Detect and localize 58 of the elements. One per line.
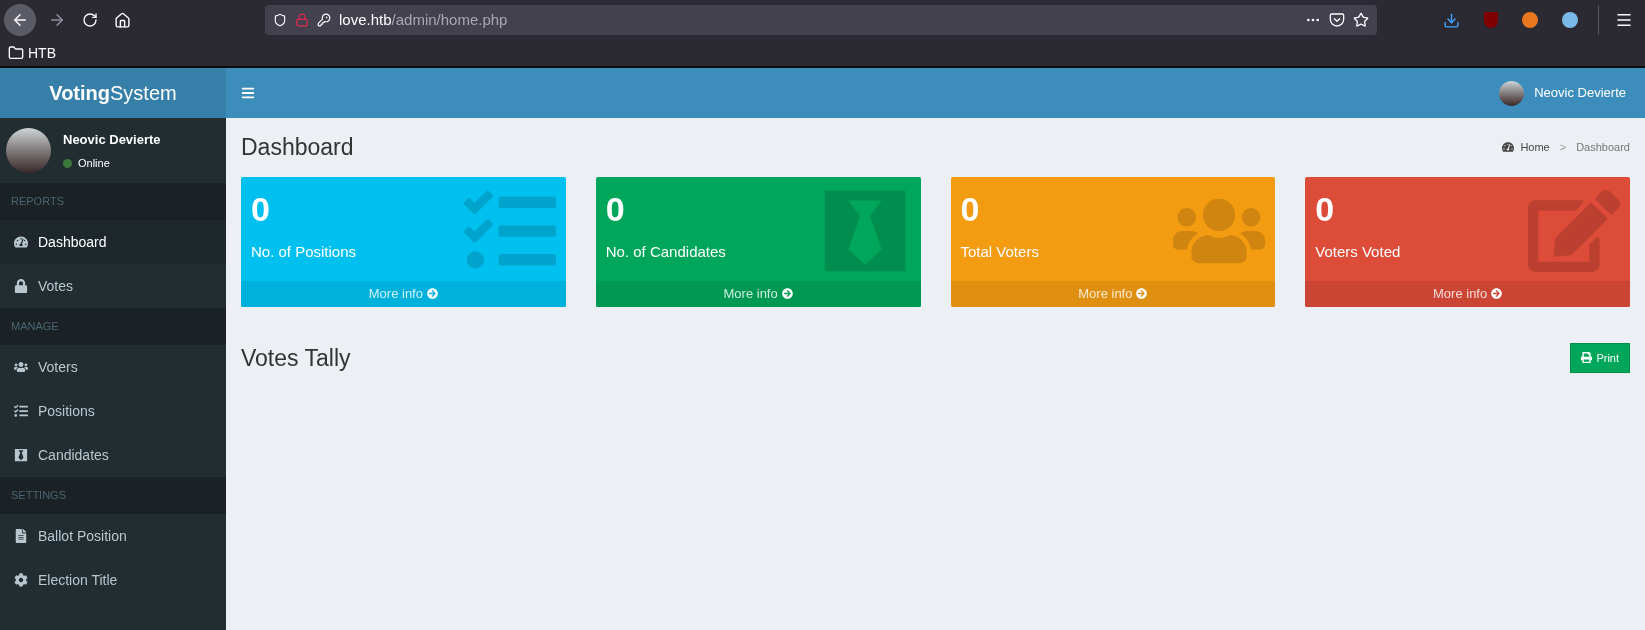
lock-icon: [14, 279, 28, 293]
tie-icon: [14, 448, 28, 462]
menu-toggle-button[interactable]: [241, 86, 255, 100]
sidebar-item[interactable]: Dashboard: [0, 220, 226, 264]
users-icon: [14, 360, 28, 374]
url-bar[interactable]: love.htb/admin/home.php: [265, 5, 1377, 35]
user-name: Neovic Devierte: [63, 130, 161, 149]
page-title: Dashboard: [241, 133, 354, 162]
section-title: Votes Tally: [241, 343, 351, 373]
star-icon[interactable]: [1353, 12, 1369, 28]
avatar: [1499, 80, 1525, 106]
extension-icon[interactable]: [1562, 12, 1578, 28]
sidebar-item[interactable]: Votes: [0, 264, 226, 308]
stat-label: No. of Positions: [251, 241, 357, 262]
stat-label: Voters Voted: [1315, 241, 1401, 262]
pocket-icon[interactable]: [1329, 12, 1345, 28]
stat-value: 0: [960, 188, 981, 229]
section-header: MANAGE: [11, 319, 59, 335]
download-icon[interactable]: [1443, 11, 1460, 29]
user-status: Online: [63, 155, 161, 172]
breadcrumb-separator: >: [1558, 140, 1568, 155]
document-icon: [14, 529, 28, 543]
settings-icon: [14, 573, 28, 587]
gauge-icon: [1502, 141, 1515, 154]
url-text: love.htb/admin/home.php: [339, 9, 508, 30]
section-header: REPORTS: [11, 194, 64, 210]
extension-icon[interactable]: [1522, 12, 1538, 28]
section-header: SETTINGS: [11, 488, 66, 504]
avatar: [6, 128, 51, 173]
folder-icon: [8, 45, 24, 61]
bookmark-link[interactable]: HTB: [8, 42, 56, 64]
breadcrumb-link[interactable]: Home: [1520, 139, 1550, 156]
forward-icon[interactable]: [48, 11, 66, 29]
stat-value: 0: [605, 188, 626, 229]
key-icon: [317, 13, 331, 27]
shield-icon: [273, 13, 287, 27]
stat-value: 0: [251, 188, 271, 229]
menu-icon: [241, 86, 255, 100]
gauge-icon: [14, 235, 28, 249]
reload-icon[interactable]: [82, 12, 98, 28]
back-button[interactable]: [4, 4, 36, 36]
list-icon: [14, 404, 28, 418]
stat-label: No. of Candidates: [605, 241, 726, 262]
printer-icon: [1581, 352, 1593, 364]
breadcrumb-current-page: Dashboard: [1576, 140, 1630, 155]
sidebar-item[interactable]: Election Title: [0, 558, 226, 602]
sidebar-item[interactable]: Voters: [0, 345, 226, 389]
home-icon[interactable]: [114, 11, 131, 29]
logo[interactable]: VotingSystem: [0, 68, 226, 118]
header-user-name[interactable]: Neovic Devierte: [1534, 83, 1626, 103]
sidebar-item[interactable]: Ballot Position: [0, 514, 226, 558]
more-info-link[interactable]: More info: [1305, 280, 1630, 307]
sidebar-item[interactable]: Candidates: [0, 433, 226, 477]
stat-value: 0: [1315, 188, 1336, 229]
sidebar-item[interactable]: Positions: [0, 389, 226, 433]
lock-icon: [295, 13, 309, 27]
menu-icon[interactable]: [1615, 11, 1633, 29]
stat-label: Total Voters: [960, 241, 1039, 262]
